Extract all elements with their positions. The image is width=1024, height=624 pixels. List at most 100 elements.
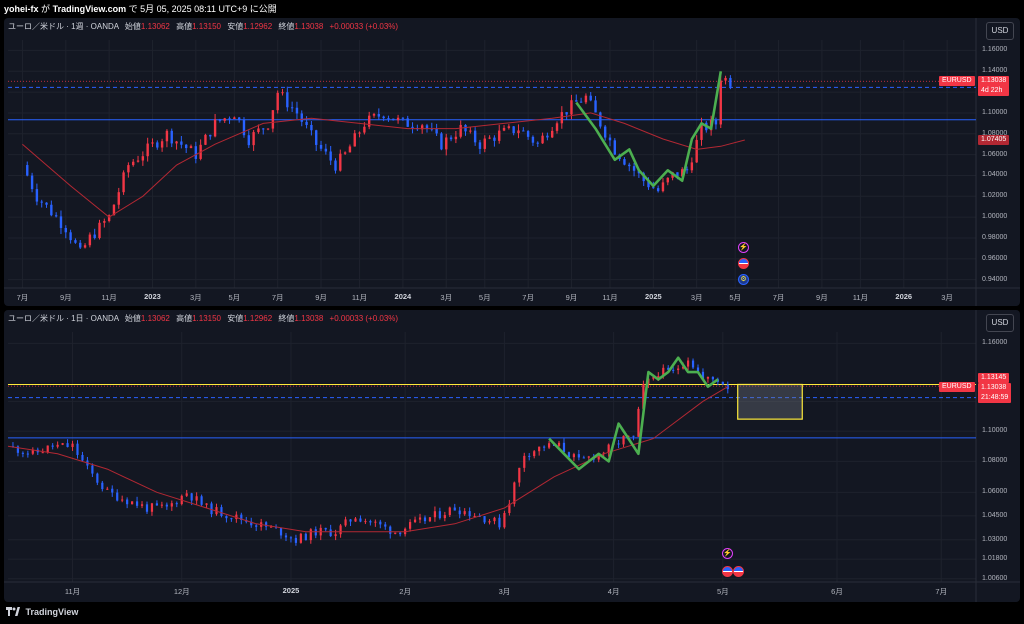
candle-body	[483, 138, 486, 149]
weekly-chart-pane[interactable]: ユーロ／米ドル · 1週 · OANDA 始値1.13062 高値1.13150…	[4, 18, 1020, 306]
currency-button[interactable]: USD	[986, 314, 1014, 332]
candle-body	[483, 516, 486, 523]
time-tick-label: 12月	[173, 587, 190, 596]
currency-button[interactable]: USD	[986, 22, 1014, 40]
price-tick-label: 1.06000	[982, 488, 1008, 496]
yellow-line-price-tag: 1.13145	[978, 372, 1010, 383]
candle-body	[454, 136, 458, 140]
candle-body	[136, 160, 140, 162]
high-value: 1.13150	[192, 314, 221, 323]
candle-body	[584, 95, 588, 103]
candle-body	[59, 216, 63, 228]
time-tick-label: 7月	[16, 293, 29, 302]
candle-body	[488, 521, 491, 523]
time-tick-label: 9月	[565, 293, 578, 302]
weekly-chart-canvas[interactable]	[4, 18, 1020, 306]
candle-body	[88, 234, 92, 246]
candle-body	[394, 532, 397, 534]
candle-body	[517, 130, 520, 134]
author-name[interactable]: yohei-fx	[4, 4, 39, 14]
candle-body	[661, 182, 665, 192]
time-tick-label: 7月	[772, 293, 785, 302]
candle-body	[377, 114, 381, 117]
time-tick-label: 3月	[941, 293, 953, 302]
time-tick-label: 2024	[394, 292, 412, 301]
candle-body	[546, 135, 549, 138]
symbol-title[interactable]: ユーロ／米ドル · 1日 · OANDA	[8, 314, 119, 323]
candle-body	[132, 161, 135, 166]
price-tick-label: 0.96000	[982, 254, 1008, 262]
candle-body	[493, 137, 496, 141]
candle-body	[392, 118, 395, 121]
site-name[interactable]: TradingView.com	[53, 4, 127, 14]
candle-body	[170, 130, 173, 144]
symbol-title[interactable]: ユーロ／米ドル · 1週 · OANDA	[8, 22, 119, 31]
lightning-icon[interactable]: ⚡	[722, 548, 733, 559]
daily-chart-pane[interactable]: ユーロ／米ドル · 1日 · OANDA 始値1.13062 高値1.13150…	[4, 310, 1020, 602]
candle-body	[195, 496, 198, 501]
candle-body	[550, 130, 554, 138]
time-tick-label: 11月	[64, 587, 81, 596]
price-tick-label: 1.00000	[982, 213, 1008, 221]
candle-body	[448, 507, 451, 516]
candle-body	[255, 525, 258, 527]
candle-body	[359, 518, 362, 522]
us-flag-icon[interactable]	[722, 566, 733, 577]
candle-body	[175, 503, 178, 505]
low-value: 1.12962	[243, 314, 273, 323]
candle-body	[266, 128, 270, 130]
candle-body	[502, 127, 506, 131]
candle-body	[344, 519, 347, 526]
candle-body	[165, 504, 168, 507]
time-tick-label: 5月	[716, 587, 729, 596]
candle-body	[411, 126, 414, 129]
us-flag-icon[interactable]	[733, 566, 744, 577]
candle-body	[300, 113, 303, 122]
candle-body	[531, 136, 535, 143]
candle-body	[677, 368, 680, 371]
candle-body	[579, 101, 583, 103]
time-tick-label: 3月	[498, 587, 511, 596]
candle-body	[141, 156, 145, 161]
time-tick-label: 7月	[522, 293, 534, 302]
candle-body	[209, 134, 212, 137]
lightning-icon[interactable]: ⚡	[738, 242, 749, 253]
candle-body	[96, 473, 99, 483]
candle-body	[175, 141, 178, 144]
daily-chart-canvas[interactable]	[4, 310, 1020, 602]
candle-body	[387, 118, 390, 120]
candle-body	[570, 100, 573, 115]
candle-body	[74, 240, 77, 243]
candle-body	[632, 435, 635, 437]
weekly-ohlc-legend: ユーロ／米ドル · 1週 · OANDA 始値1.13062 高値1.13150…	[8, 21, 398, 32]
candle-body	[513, 482, 516, 504]
tradingview-footer[interactable]: TradingView	[6, 605, 78, 619]
price-tick-label: 1.16000	[982, 339, 1008, 347]
publish-info: で 5月 05, 2025 08:11 UTC+9 に公開	[128, 4, 277, 14]
candle-body	[228, 118, 231, 120]
candle-body	[399, 532, 402, 535]
candle-body	[440, 133, 443, 150]
candle-body	[572, 454, 576, 458]
price-tick-label: 1.14000	[982, 67, 1008, 75]
candle-body	[721, 381, 724, 385]
symbol-label: EURUSD	[942, 383, 972, 391]
candle-body	[122, 172, 125, 193]
candle-body	[299, 533, 302, 543]
candle-body	[314, 529, 317, 536]
candle-body	[628, 164, 631, 167]
candle-body	[106, 488, 109, 490]
candle-body	[652, 187, 655, 189]
candle-body	[281, 92, 284, 94]
us-flag-icon[interactable]	[738, 258, 749, 269]
candle-body	[185, 493, 188, 496]
time-tick-label: 11月	[602, 293, 618, 302]
candle-body	[384, 524, 387, 527]
time-tick-label: 11月	[852, 293, 869, 302]
candle-body	[418, 517, 422, 520]
price-tick-label: 1.08000	[982, 457, 1008, 465]
candle-body	[237, 117, 241, 121]
eu-flag-icon[interactable]: ⚙	[738, 274, 749, 285]
candle-body	[101, 482, 104, 490]
candle-body	[257, 128, 260, 133]
